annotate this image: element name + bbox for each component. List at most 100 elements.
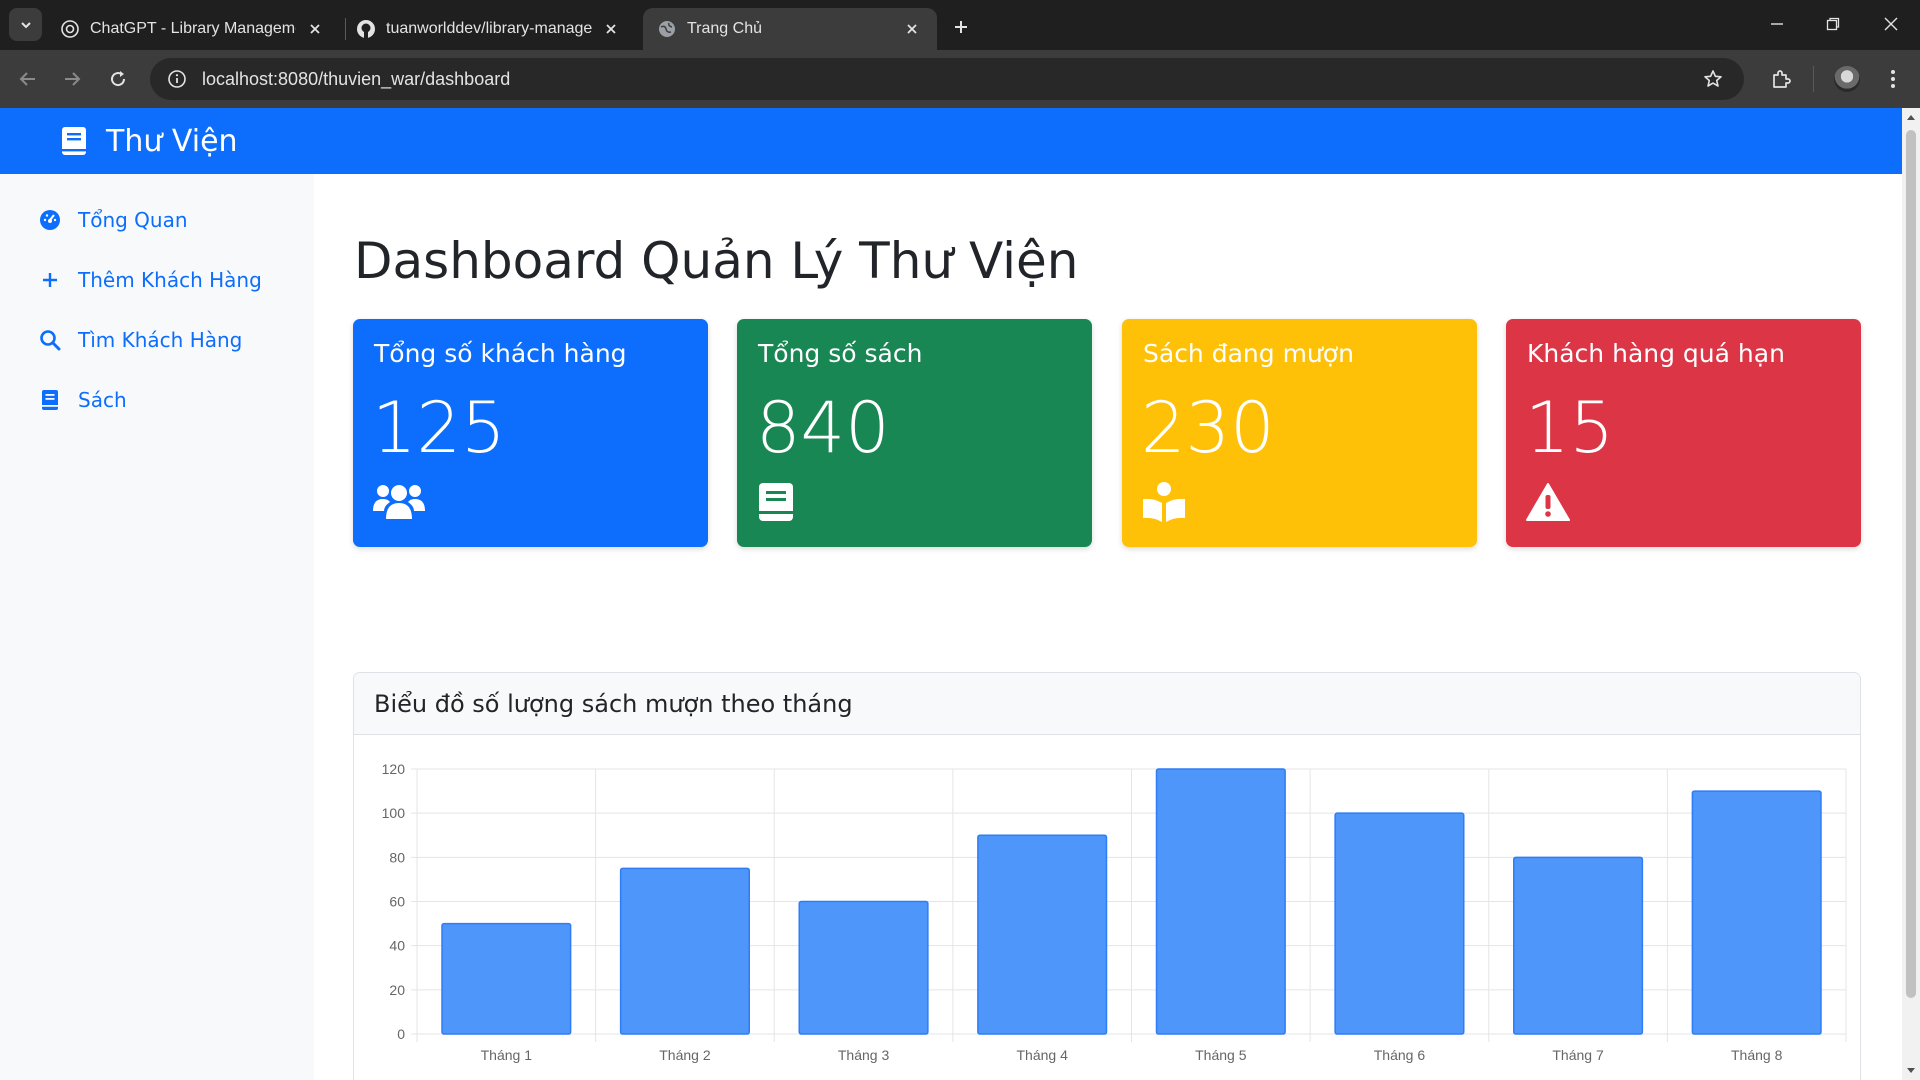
y-tick-label: 100 [382,805,406,821]
chart-title: Biểu đồ số lượng sách mượn theo tháng [374,689,853,718]
x-tick-label: Tháng 1 [481,1047,533,1063]
reload-icon [111,71,126,87]
page-viewport: Thư Viện Tổng Quan Thêm Khách Hàng Tìm K… [0,108,1920,1080]
address-bar[interactable]: localhost:8080/thuvien_war/dashboard [150,58,1744,100]
bookmark-star-icon[interactable] [1698,64,1728,94]
page-title: Dashboard Quản Lý Thư Viện [354,232,1079,290]
back-button[interactable] [13,64,43,94]
bar-chart: 0 20 40 60 80 100 120 Tháng 1 Tháng 2 Tháng 3 Thán… [382,761,1847,1063]
tab-title: ChatGPT - Library Management [90,20,296,37]
toolbar-divider [1813,66,1814,92]
chatgpt-icon [60,19,80,39]
scroll-down-arrow-icon[interactable] [1902,1062,1920,1080]
restore-button[interactable] [1810,6,1856,42]
new-tab-button[interactable] [946,12,976,42]
browser-tab-strip: ChatGPT - Library Management tuanworldde… [0,0,1920,50]
sidebar-item-label: Sách [78,388,127,412]
chart-card-header: Biểu đồ số lượng sách mượn theo tháng [354,673,1860,735]
stat-card-customers: Tổng số khách hàng 125 [353,319,708,547]
chevron-down-icon [20,21,31,28]
y-tick-label: 0 [397,1026,405,1042]
restore-icon [1826,17,1840,31]
browser-menu-button[interactable] [1878,64,1908,94]
sidebar-item-them-khach-hang[interactable]: Thêm Khách Hàng [38,260,262,300]
chart-bar [1691,790,1822,1035]
brand-text: Thư Viện [106,123,238,159]
navbar-brand[interactable]: Thư Viện [58,124,238,159]
y-tick-label: 20 [389,982,405,998]
stat-card-borrowed: Sách đang mượn 230 [1122,319,1477,547]
arrow-left-icon [19,72,35,86]
book-icon [62,127,86,155]
chart-bar [977,834,1108,1035]
sidebar-item-label: Thêm Khách Hàng [78,268,262,292]
url-text: localhost:8080/thuvien_war/dashboard [202,68,511,89]
sidebar-item-tong-quan[interactable]: Tổng Quan [38,200,188,240]
page-scrollbar[interactable] [1902,108,1920,1080]
x-tick-label: Tháng 2 [659,1047,711,1063]
close-window-button[interactable] [1868,6,1914,42]
plus-icon [38,268,62,292]
main-content: Dashboard Quản Lý Thư Viện Tổng số khách… [314,174,1902,1080]
minimize-button[interactable] [1754,6,1800,42]
y-tick-label: 80 [389,849,405,865]
site-info-icon[interactable] [162,64,192,94]
y-tick-label: 40 [389,938,405,954]
card-value: 15 [1525,387,1615,469]
card-title: Sách đang mượn [1143,339,1354,368]
search-icon [38,328,62,352]
arrow-right-icon [65,72,81,86]
chart-card: Biểu đồ số lượng sách mượn theo tháng 0 2… [353,672,1861,1080]
x-tick-label: Tháng 8 [1731,1047,1783,1063]
reading-icon [1142,481,1194,523]
browser-tab-github[interactable]: tuanworlddev/library-managem [342,8,636,50]
sidebar-item-sach[interactable]: Sách [38,380,127,420]
chart-bar [1155,768,1286,1035]
card-title: Tổng số sách [758,339,923,368]
chart-bar [1334,812,1465,1035]
stat-card-overdue: Khách hàng quá hạn 15 [1506,319,1861,547]
top-navbar: Thư Viện [0,108,1902,174]
avatar [1834,66,1860,92]
tab-title: tuanworlddev/library-managem [386,20,592,37]
close-icon[interactable] [600,18,622,40]
chart-bar [619,867,750,1035]
plus-icon [955,21,967,33]
stat-card-books: Tổng số sách 840 [737,319,1092,547]
minimize-icon [1771,23,1783,25]
users-icon [373,481,425,523]
close-icon[interactable] [901,18,923,40]
chart-bar [1513,856,1644,1035]
x-tick-label: Tháng 3 [838,1047,890,1063]
github-icon [356,19,376,39]
chart-bar [441,922,572,1035]
tab-title: Trang Chủ [687,20,762,37]
close-icon [1884,17,1898,31]
extensions-button[interactable] [1766,64,1796,94]
card-value: 125 [372,387,506,469]
book-icon [38,388,62,412]
close-icon[interactable] [304,18,326,40]
scroll-up-arrow-icon[interactable] [1902,108,1920,126]
x-tick-label: Tháng 7 [1552,1047,1604,1063]
reload-button[interactable] [103,64,133,94]
dashboard-icon [38,208,62,232]
browser-tab-chatgpt[interactable]: ChatGPT - Library Management [46,8,340,50]
forward-button[interactable] [57,64,87,94]
book-icon [757,481,809,523]
sidebar: Tổng Quan Thêm Khách Hàng Tìm Khách Hàng… [0,174,314,1080]
browser-tab-trang-chu[interactable]: Trang Chủ [643,8,937,50]
browser-toolbar: localhost:8080/thuvien_war/dashboard [0,50,1920,108]
card-title: Tổng số khách hàng [374,339,627,368]
y-tick-label: 120 [382,761,406,777]
card-title: Khách hàng quá hạn [1527,339,1785,368]
profile-button[interactable] [1832,64,1862,94]
kebab-menu-icon [1891,70,1895,88]
x-tick-label: Tháng 4 [1017,1047,1069,1063]
x-tick-label: Tháng 6 [1374,1047,1426,1063]
y-tick-label: 60 [389,894,405,910]
globe-icon [657,19,677,39]
scrollbar-thumb[interactable] [1906,130,1916,998]
sidebar-item-tim-khach-hang[interactable]: Tìm Khách Hàng [38,320,242,360]
tab-search-button[interactable] [9,8,42,41]
